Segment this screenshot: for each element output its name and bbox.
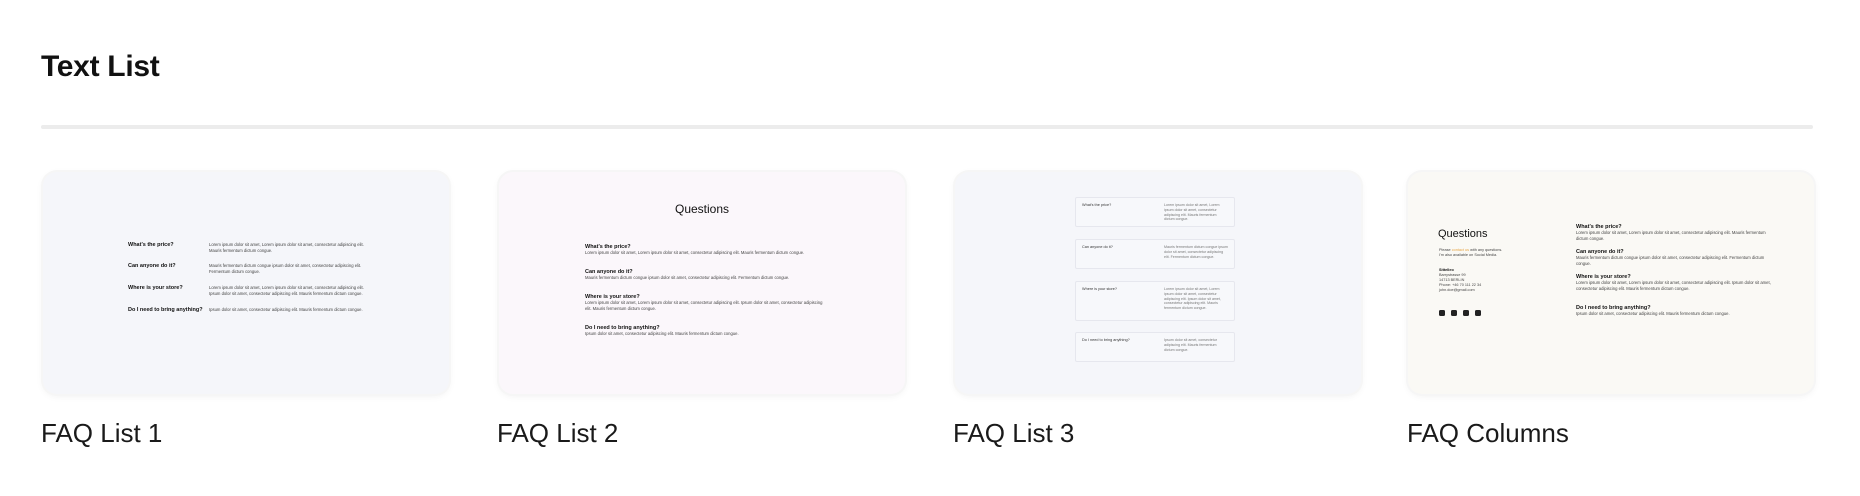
faq-list-1-thumbnail[interactable]: What's the price? Lorem ipsum dolor sit … bbox=[43, 172, 449, 394]
faq-item: What's the price? Lorem ipsum dolor sit … bbox=[128, 242, 368, 253]
faq-answer: Lorem ipsum dolor sit amet, Lorem ipsum … bbox=[209, 285, 364, 296]
faq-answer: Ipsum dolor sit amet, consectetur adipis… bbox=[209, 307, 363, 312]
faq-answer: Mauris fermentum dictum congue ipsum dol… bbox=[585, 275, 790, 280]
faq-answer: Lorem ipsum dolor sit amet, Lorem ipsum … bbox=[585, 300, 823, 311]
faq-item: What's the price? Lorem ipsum dolor sit … bbox=[585, 244, 825, 256]
faq-columns-thumbnail[interactable]: Questions Please contact us with any que… bbox=[1408, 172, 1814, 394]
faq-question: What's the price? bbox=[1082, 203, 1112, 207]
faq-item: What's the price? Lorem ipsum dolor sit … bbox=[1576, 224, 1776, 241]
faq-question: Can anyone do it? bbox=[1082, 245, 1113, 249]
address-block: Sittelleo Barrystrasse 99 14713 BERLIN P… bbox=[1439, 268, 1481, 293]
faq-question: Do I need to bring anything? bbox=[1082, 338, 1130, 342]
faq-list-3-thumbnail[interactable]: What's the price? Lorem ipsum dolor sit … bbox=[955, 172, 1361, 394]
faq-answer: Lorem ipsum dolor sit amet, Lorem ipsum … bbox=[1164, 203, 1220, 222]
faq-item: Where is your store? Lorem ipsum dolor s… bbox=[128, 285, 368, 296]
instagram-icon[interactable] bbox=[1451, 310, 1457, 316]
faq-question: Where is your store? bbox=[128, 285, 183, 291]
faq-answer: Mauris fermentum dictum congue ipsum dol… bbox=[1576, 255, 1765, 266]
faq-heading: Questions bbox=[1438, 228, 1488, 240]
faq-item: Can anyone do it? Mauris fermentum dictu… bbox=[128, 263, 368, 274]
faq-item: What's the price? Lorem ipsum dolor sit … bbox=[1075, 197, 1235, 227]
email-line: john.doe@gmail.com bbox=[1439, 288, 1475, 292]
linkedin-icon[interactable] bbox=[1475, 310, 1481, 316]
twitter-icon[interactable] bbox=[1439, 310, 1445, 316]
intro-text: Please bbox=[1439, 248, 1451, 252]
contact-intro: Please contact us with any questions. I'… bbox=[1439, 248, 1502, 258]
faq-answer: Ipsum dolor sit amet, consectetur adipis… bbox=[585, 331, 739, 336]
card-label[interactable]: FAQ List 2 bbox=[497, 418, 618, 449]
faq-heading: Questions bbox=[674, 202, 730, 216]
faq-question: What's the price? bbox=[128, 242, 174, 248]
faq-question: Do I need to bring anything? bbox=[128, 307, 203, 313]
faq-answer: Lorem ipsum dolor sit amet, Lorem ipsum … bbox=[585, 250, 805, 255]
faq-item: Where is your store? Lorem ipsum dolor s… bbox=[1576, 274, 1776, 291]
faq-item: Do I need to bring anything? Ipsum dolor… bbox=[1075, 332, 1235, 362]
contact-link[interactable]: contact us bbox=[1452, 248, 1469, 252]
faq-answer: Lorem ipsum dolor sit amet, Lorem ipsum … bbox=[1164, 287, 1221, 311]
card-label[interactable]: FAQ Columns bbox=[1407, 418, 1569, 449]
faq-item: Where is your store? Lorem ipsum dolor s… bbox=[1075, 281, 1235, 321]
faq-answer: Ipsum dolor sit amet, consectetur adipis… bbox=[1576, 311, 1730, 316]
faq-answer: Mauris fermentum dictum congue ipsum dol… bbox=[1164, 245, 1228, 259]
faq-answer: Lorem ipsum dolor sit amet, Lorem ipsum … bbox=[1576, 280, 1771, 291]
facebook-icon[interactable] bbox=[1463, 310, 1469, 316]
intro-text: with any questions. bbox=[1470, 248, 1503, 252]
faq-item: Can anyone do it? Mauris fermentum dictu… bbox=[1075, 239, 1235, 269]
faq-list-2-thumbnail[interactable]: Questions What's the price? Lorem ipsum … bbox=[499, 172, 905, 394]
faq-answer: Lorem ipsum dolor sit amet, Lorem ipsum … bbox=[1576, 230, 1766, 241]
faq-question: Can anyone do it? bbox=[128, 263, 176, 269]
faq-question: Where is your store? bbox=[1082, 287, 1118, 291]
faq-answer: Mauris fermentum dictum congue ipsum dol… bbox=[209, 263, 362, 274]
card-label[interactable]: FAQ List 3 bbox=[953, 418, 1074, 449]
section-title: Text List bbox=[41, 50, 160, 83]
faq-item: Where is your store? Lorem ipsum dolor s… bbox=[585, 294, 825, 311]
intro-text: I'm also available on Social Media. bbox=[1439, 253, 1498, 257]
faq-item: Can anyone do it? Mauris fermentum dictu… bbox=[1576, 249, 1776, 266]
social-icons bbox=[1439, 310, 1481, 316]
card-label[interactable]: FAQ List 1 bbox=[41, 418, 162, 449]
faq-answer: Ipsum dolor sit amet, consectetur adipis… bbox=[1164, 338, 1217, 352]
faq-item: Do I need to bring anything? Ipsum dolor… bbox=[1576, 305, 1776, 317]
faq-item: Can anyone do it? Mauris fermentum dictu… bbox=[585, 269, 825, 281]
faq-item: Do I need to bring anything? Ipsum dolor… bbox=[128, 307, 368, 313]
faq-item: Do I need to bring anything? Ipsum dolor… bbox=[585, 325, 825, 337]
faq-answer: Lorem ipsum dolor sit amet, Lorem ipsum … bbox=[209, 242, 364, 253]
section-divider bbox=[41, 125, 1813, 129]
